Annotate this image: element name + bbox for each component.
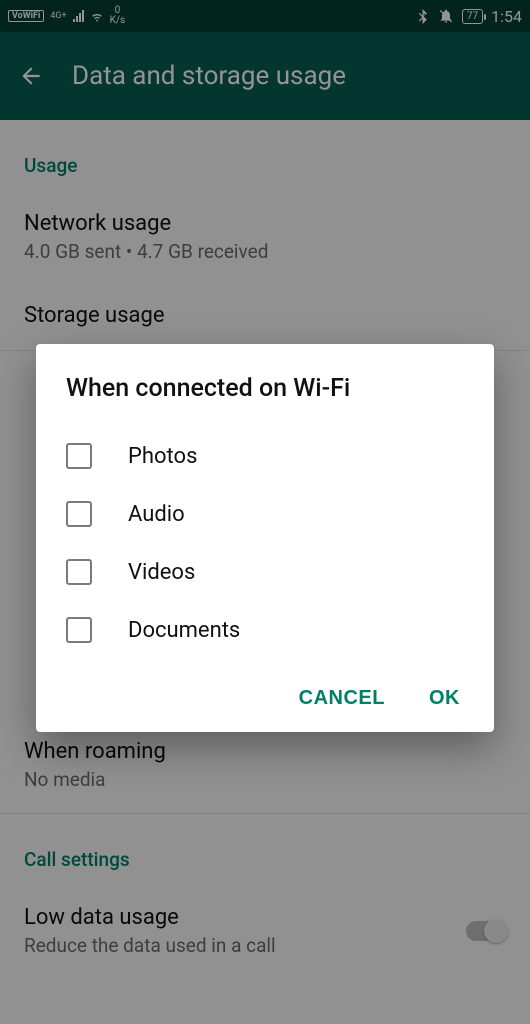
option-audio[interactable]: Audio bbox=[36, 485, 494, 543]
dialog-title: When connected on Wi-Fi bbox=[36, 374, 494, 421]
option-videos-label: Videos bbox=[128, 560, 195, 585]
option-documents[interactable]: Documents bbox=[36, 601, 494, 659]
ok-button[interactable]: OK bbox=[429, 687, 460, 710]
checkbox-audio[interactable] bbox=[66, 501, 92, 527]
option-videos[interactable]: Videos bbox=[36, 543, 494, 601]
option-photos-label: Photos bbox=[128, 444, 197, 469]
dialog-options: Photos Audio Videos Documents bbox=[36, 421, 494, 667]
wifi-autodownload-dialog: When connected on Wi-Fi Photos Audio Vid… bbox=[36, 344, 494, 732]
option-documents-label: Documents bbox=[128, 618, 240, 643]
dialog-actions: CANCEL OK bbox=[36, 667, 494, 718]
checkbox-photos[interactable] bbox=[66, 443, 92, 469]
cancel-button[interactable]: CANCEL bbox=[299, 687, 385, 710]
checkbox-documents[interactable] bbox=[66, 617, 92, 643]
option-audio-label: Audio bbox=[128, 502, 185, 527]
option-photos[interactable]: Photos bbox=[36, 427, 494, 485]
checkbox-videos[interactable] bbox=[66, 559, 92, 585]
